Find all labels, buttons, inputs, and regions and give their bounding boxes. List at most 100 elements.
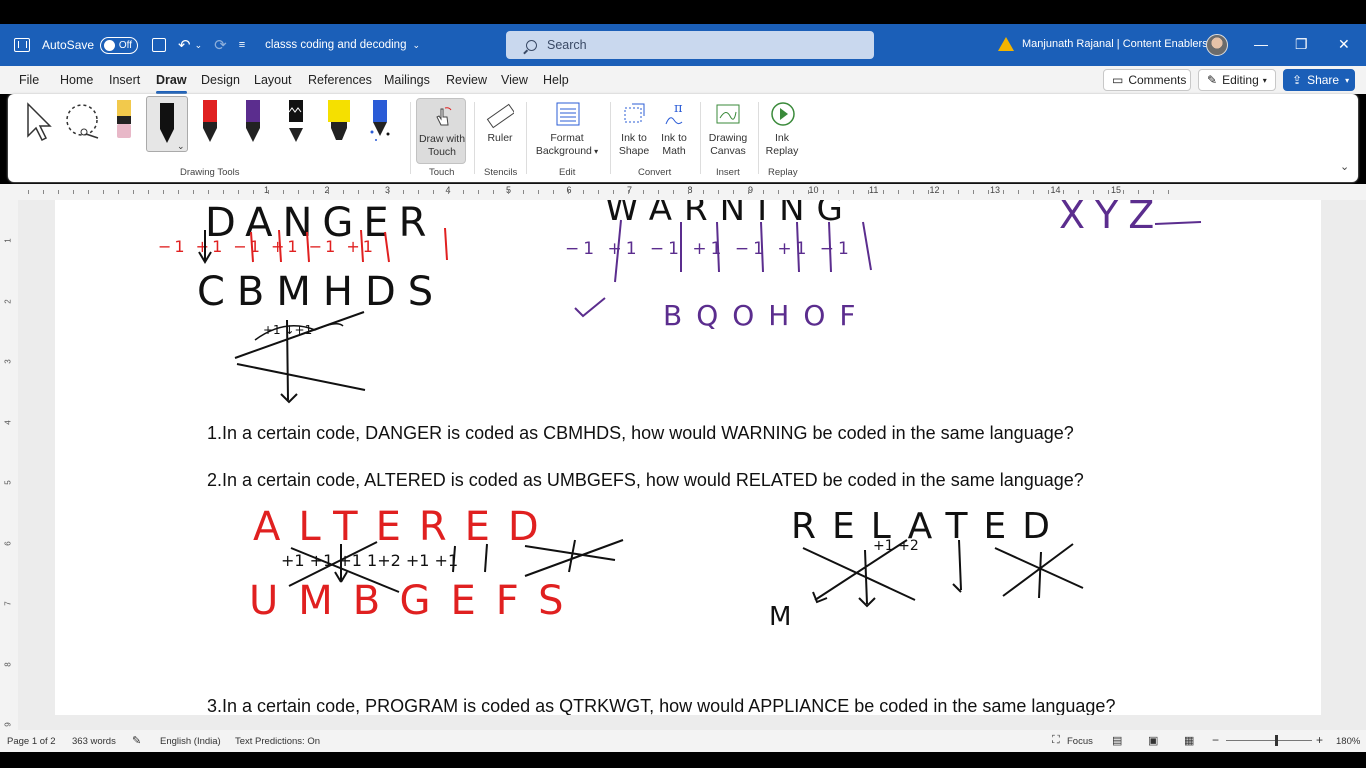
redo-icon: ⟳ [214,37,227,54]
text-predictions[interactable]: Text Predictions: On [235,736,320,747]
ink-warning: WARNING [605,200,855,229]
ruler-tick [1003,190,1004,194]
black-marker-icon[interactable] [286,98,306,144]
highlighter-pen-icon[interactable] [114,98,134,142]
vruler-number: 6 [3,540,13,546]
word-count[interactable]: 363 words [72,736,116,747]
ruler-tick [313,190,314,194]
tab-home[interactable]: Home [60,73,93,87]
ink-to-math-button[interactable]: π Ink to Math [654,98,694,158]
ruler-tick [1093,190,1094,194]
page-indicator[interactable]: Page 1 of 2 [7,736,56,747]
editing-button[interactable]: ✎ Editing ▾ [1198,69,1276,91]
print-layout-icon[interactable]: ▣ [1148,734,1158,747]
tab-design[interactable]: Design [201,73,240,87]
ruler-tick [988,190,989,194]
galaxy-pen-icon[interactable] [368,98,392,144]
ruler-tick [28,190,29,194]
ruler-tick [583,190,584,194]
horizontal-ruler[interactable]: 123456789101112131415 [0,184,1366,200]
yellow-highlighter-icon[interactable] [326,98,352,144]
tab-mailings[interactable]: Mailings [384,73,430,87]
tab-insert[interactable]: Insert [109,73,140,87]
zoom-in-button[interactable]: + [1316,733,1323,747]
document-title[interactable]: classs coding and decoding [265,39,406,51]
pen-selected[interactable]: ⌄ [146,96,188,152]
warning-icon[interactable] [998,37,1014,51]
ruler-tick [1018,190,1019,194]
vertical-ruler[interactable]: 1 2 3 4 5 6 7 8 9 [0,200,18,730]
ink-replay-button[interactable]: Ink Replay [762,98,802,158]
tab-review[interactable]: Review [446,73,487,87]
ruler-tick [523,190,524,194]
purple-pen-icon[interactable] [243,98,263,144]
comments-label: Comments [1128,73,1187,87]
ruler-number: 15 [1111,185,1122,195]
ink-annotations[interactable]: DANGER −1 +1 −1 +1 −1 +1 CBMHDS +1 ↓+1 W… [55,200,1321,715]
ruler-number: 13 [990,185,1001,195]
ink-xyz: XYZ [1059,200,1164,237]
focus-label[interactable]: Focus [1067,736,1093,747]
read-mode-icon[interactable]: ▤ [1112,734,1122,747]
ruler-tick [268,190,269,194]
ruler-tick [838,190,839,194]
ink-danger-arrow-marks: +1 ↓+1 [263,323,312,337]
lasso-select-icon[interactable] [64,102,104,142]
ruler-tick [358,190,359,194]
ruler-tick [613,190,614,194]
drawing-canvas-button[interactable]: Drawing Canvas [704,98,752,158]
tab-file[interactable]: File [19,73,39,87]
ruler-tick [103,190,104,194]
close-button[interactable]: ✕ [1338,36,1350,53]
tab-references[interactable]: References [308,73,372,87]
undo-icon[interactable]: ↶ [178,36,191,54]
zoom-level[interactable]: 180% [1336,736,1360,747]
ruler-tick [1063,190,1064,194]
document-page[interactable]: 1.In a certain code, DANGER is coded as … [55,200,1321,715]
select-objects-icon[interactable] [24,102,54,142]
group-label-insert: Insert [716,167,740,178]
ruler-button[interactable]: Ruler [480,98,520,158]
ruler-tick [238,190,239,194]
proofing-icon[interactable]: ✎ [132,734,141,747]
zoom-slider-thumb[interactable] [1275,735,1278,746]
user-name[interactable]: Manjunath Rajanal | Content Enablers [1022,38,1208,50]
zoom-slider[interactable] [1226,740,1312,741]
customize-toolbar-icon[interactable]: ≡ [239,39,245,51]
web-layout-icon[interactable]: ▦ [1184,734,1194,747]
ruler-tick [763,190,764,194]
collapse-ribbon-icon[interactable]: ⌄ [1340,160,1349,173]
save-icon[interactable] [152,38,167,52]
ruler-tick [673,190,674,194]
minimize-button[interactable]: — [1254,36,1268,52]
ruler-tick [418,190,419,194]
comments-button[interactable]: ▭ Comments [1103,69,1191,91]
ruler-tick [913,190,914,194]
restore-button[interactable]: ❐ [1295,36,1308,53]
zoom-out-button[interactable]: − [1212,733,1219,747]
tab-layout[interactable]: Layout [254,73,292,87]
tab-view[interactable]: View [501,73,528,87]
focus-icon[interactable]: ⛶ [1052,734,1060,747]
share-button[interactable]: ⇪ Share ▾ [1283,69,1355,91]
format-background-button[interactable]: Format Background ▾ [530,98,604,158]
ink-to-shape-button[interactable]: Ink to Shape [614,98,654,158]
comment-icon: ▭ [1112,73,1124,87]
draw-with-touch-label-2: Touch [427,146,457,158]
language[interactable]: English (India) [160,736,221,747]
title-dropdown-icon[interactable]: ⌄ [412,40,420,51]
search-input[interactable]: Search [506,31,874,59]
ruler-tick [223,190,224,194]
ruler-tick [1168,190,1169,194]
undo-dropdown-icon[interactable]: ⌄ [195,40,203,51]
ruler-tick [1138,190,1139,194]
avatar[interactable] [1206,34,1228,56]
ink-replay-label-2: Replay [765,145,799,157]
red-pen-icon[interactable] [200,98,220,144]
tab-draw[interactable]: Draw [156,73,187,94]
autosave-toggle[interactable]: Off [100,36,139,54]
tab-help[interactable]: Help [543,73,569,87]
draw-with-touch-button[interactable]: Draw with Touch [416,98,466,164]
group-label-edit: Edit [559,167,576,178]
bottom-letterbox [0,752,1366,768]
